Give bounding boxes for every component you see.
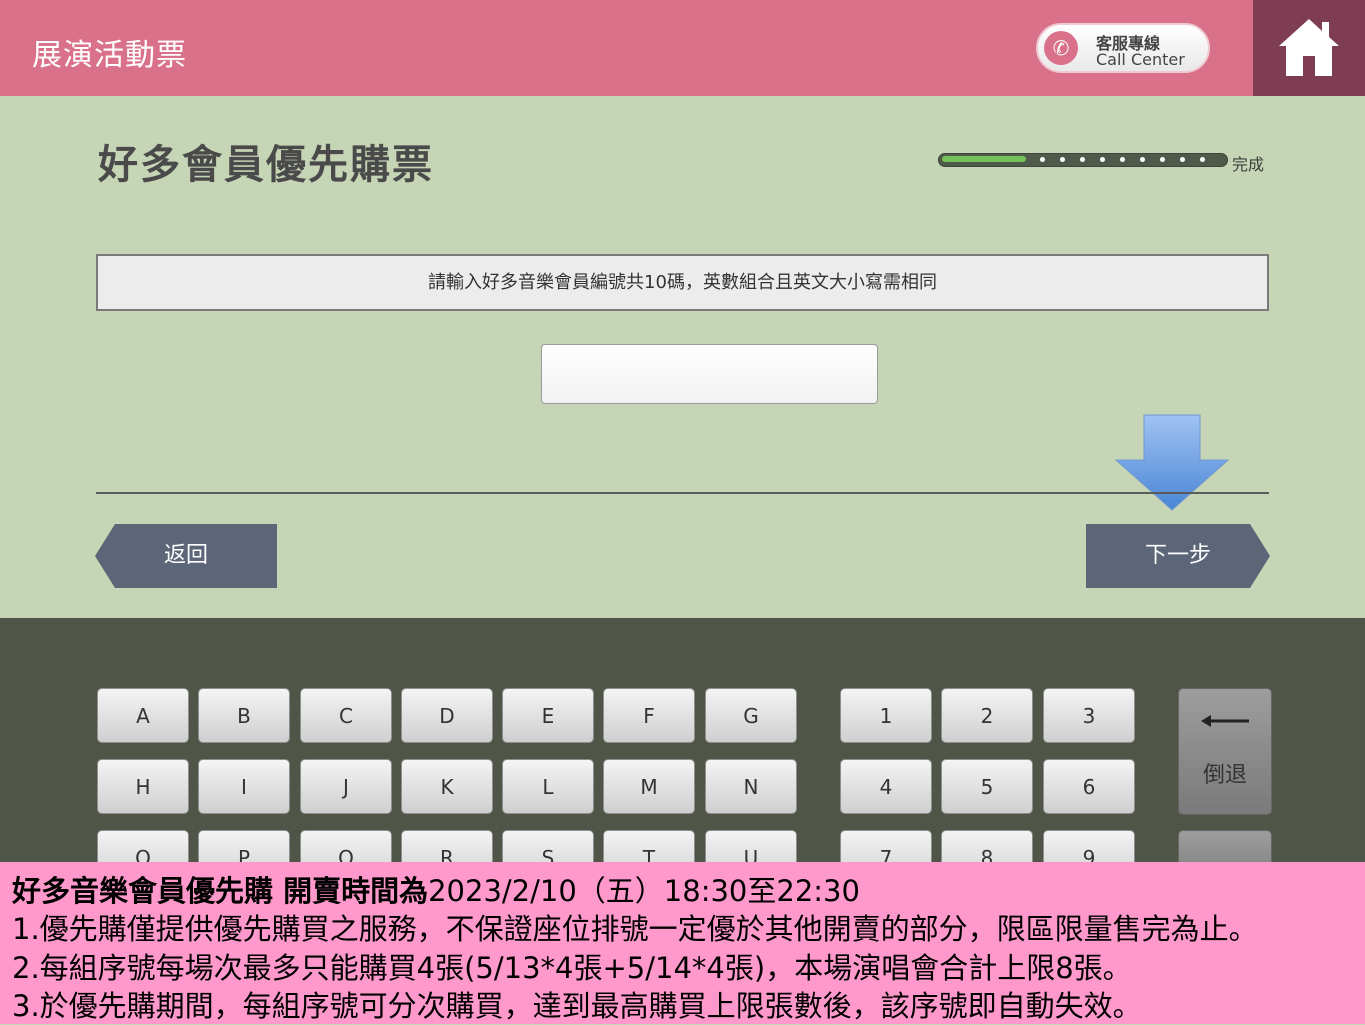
progress-bar xyxy=(938,153,1228,167)
home-button[interactable] xyxy=(1253,0,1365,96)
key-3[interactable]: 3 xyxy=(1043,688,1135,743)
down-arrow-icon xyxy=(1114,414,1230,511)
notice-item: 2.每組序號每場次最多只能購買4張(5/13*4張+5/14*4張)，本場演唱會… xyxy=(12,951,1132,985)
phone-icon: ✆ xyxy=(1044,31,1078,65)
key-2[interactable]: 2 xyxy=(941,688,1033,743)
key-l[interactable]: L xyxy=(502,759,594,814)
main-panel: 好多會員優先購票 完成 請輸入好多音樂會員編號共10碼，英數組合且英文大小寫需相… xyxy=(0,96,1365,618)
notice-banner: 好多音樂會員優先購 開賣時間為2023/2/10（五）18:30至22:30 1… xyxy=(0,862,1365,1024)
instruction-text: 請輸入好多音樂會員編號共10碼，英數組合且英文大小寫需相同 xyxy=(96,254,1269,311)
back-button-label: 返回 xyxy=(163,543,208,568)
progress-step-dot xyxy=(1200,157,1205,162)
notice-headline: 好多音樂會員優先購 開賣時間為2023/2/10（五）18:30至22:30 xyxy=(12,868,860,910)
key-f[interactable]: F xyxy=(603,688,695,743)
progress-step-dot xyxy=(1040,157,1045,162)
backspace-arrow-icon xyxy=(1201,715,1249,727)
key-6[interactable]: 6 xyxy=(1043,759,1135,814)
home-icon xyxy=(1279,19,1339,76)
progress-step-dot xyxy=(1120,157,1125,162)
progress-step-dot xyxy=(1080,157,1085,162)
progress-step-dot xyxy=(1180,157,1185,162)
call-center-label-en: Call Center xyxy=(1096,50,1185,69)
backspace-key[interactable]: 倒退 xyxy=(1178,688,1272,815)
key-i[interactable]: I xyxy=(198,759,290,814)
back-button[interactable]: 返回 xyxy=(95,524,277,588)
notice-headline-bold: 好多音樂會員優先購 開賣時間為 xyxy=(12,874,429,908)
key-b[interactable]: B xyxy=(198,688,290,743)
key-c[interactable]: C xyxy=(300,688,392,743)
progress-step-dot xyxy=(1100,157,1105,162)
category-title: 展演活動票 xyxy=(32,38,187,73)
key-a[interactable]: A xyxy=(97,688,189,743)
key-4[interactable]: 4 xyxy=(840,759,932,814)
key-g[interactable]: G xyxy=(705,688,797,743)
backspace-label: 倒退 xyxy=(1202,763,1247,788)
key-e[interactable]: E xyxy=(502,688,594,743)
key-n[interactable]: N xyxy=(705,759,797,814)
next-button-label: 下一步 xyxy=(1144,543,1211,568)
progress-step-dot xyxy=(1140,157,1145,162)
key-h[interactable]: H xyxy=(97,759,189,814)
progress-fill xyxy=(942,156,1026,162)
member-code-input[interactable] xyxy=(541,344,878,404)
notice-item: 1.優先購僅提供優先購買之服務，不保證座位排號一定優於其他開賣的部分，限區限量售… xyxy=(12,912,1258,946)
call-center-button[interactable]: ✆ 客服專線 Call Center xyxy=(1036,23,1210,73)
key-1[interactable]: 1 xyxy=(840,688,932,743)
key-j[interactable]: J xyxy=(300,759,392,814)
page-title: 好多會員優先購票 xyxy=(98,142,434,188)
on-screen-keyboard: ABCDEFG123HIJKLMN456OPQRSTU789 倒退 xyxy=(0,618,1365,890)
divider-line xyxy=(96,492,1269,494)
key-d[interactable]: D xyxy=(401,688,493,743)
progress-step-dot xyxy=(1060,157,1065,162)
notice-headline-time: 2023/2/10（五）18:30至22:30 xyxy=(428,874,860,908)
top-bar: 展演活動票 ✆ 客服專線 Call Center xyxy=(0,0,1253,96)
key-5[interactable]: 5 xyxy=(941,759,1033,814)
key-m[interactable]: M xyxy=(603,759,695,814)
progress-done-label: 完成 xyxy=(1232,155,1265,174)
notice-item: 3.於優先購期間，每組序號可分次購買，達到最高購買上限張數後，該序號即自動失效。 xyxy=(12,989,1142,1023)
key-k[interactable]: K xyxy=(401,759,493,814)
progress-step-dot xyxy=(1160,157,1165,162)
next-button[interactable]: 下一步 xyxy=(1086,524,1270,588)
